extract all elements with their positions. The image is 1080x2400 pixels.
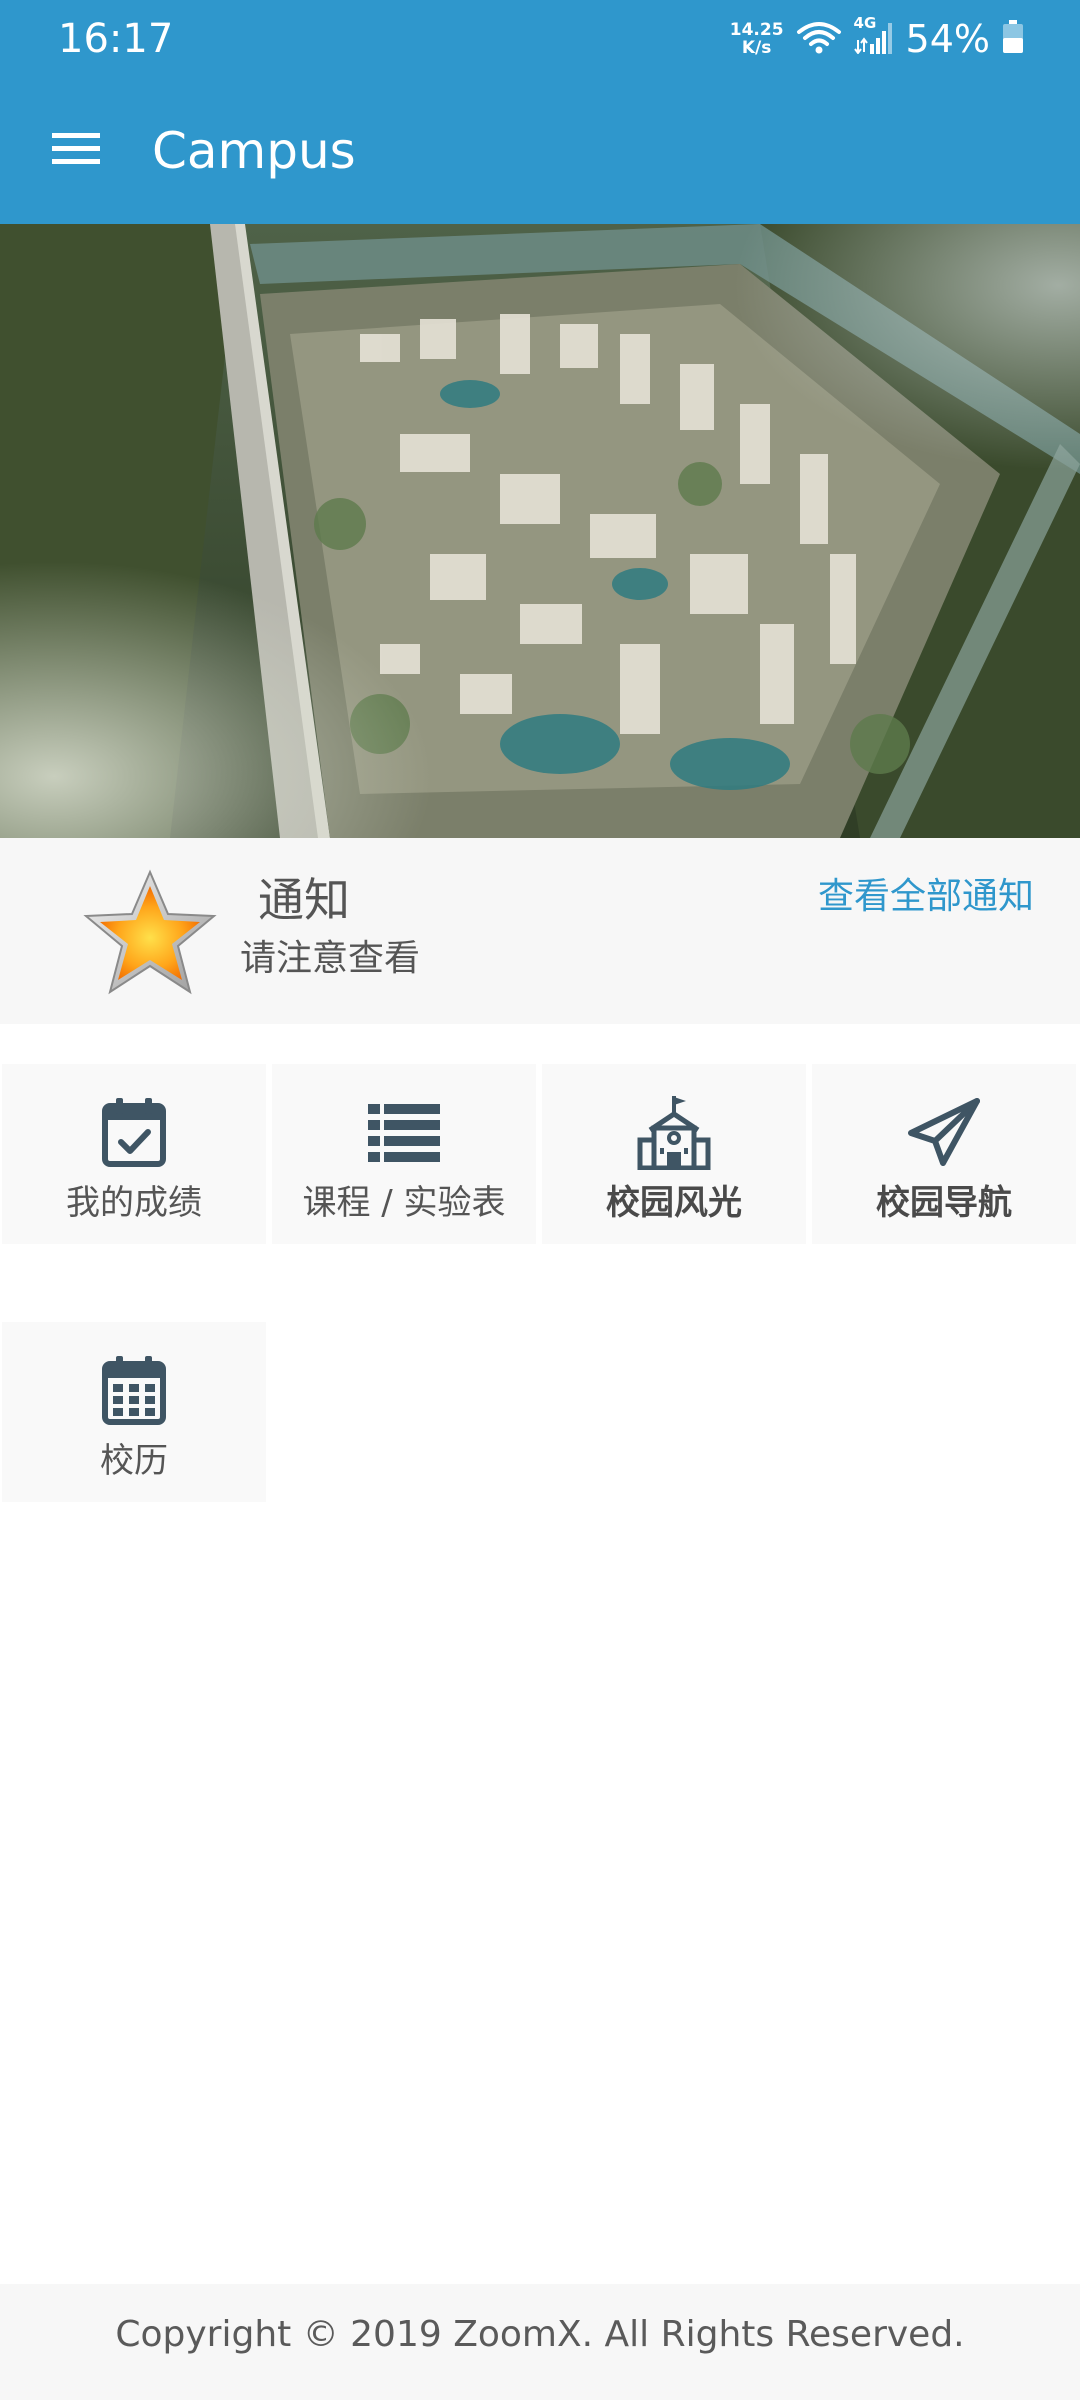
network-speed-unit: K/s [741, 38, 772, 58]
campus-aerial-illustration [0, 224, 1080, 838]
battery-percent: 54% [905, 17, 990, 61]
school-icon [542, 1092, 806, 1172]
campus-scenery-label: 校园风光 [606, 1183, 742, 1223]
schedule-label: 课程 / 实验表 [302, 1183, 506, 1223]
calendar-check-icon [2, 1092, 266, 1172]
app-title: Campus [152, 122, 356, 180]
copyright-text: Copyright © 2019 ZoomX. All Rights Reser… [115, 2314, 965, 2355]
grades-label: 我的成绩 [66, 1183, 202, 1223]
footer: Copyright © 2019 ZoomX. All Rights Reser… [0, 2284, 1080, 2400]
campus-hero-image [0, 224, 1080, 838]
signal-icon: 4G [854, 14, 894, 58]
app-bar: Campus [0, 78, 1080, 224]
campus-screen: 16:17 14.25 K/s 4G 54% Campus 通知 请注意查看 查… [0, 0, 1080, 2400]
view-all-notices-link[interactable]: 查看全部通知 [818, 872, 1034, 922]
academic-calendar-tile[interactable]: 校历 [2, 1322, 266, 1502]
status-bar: 16:17 14.25 K/s 4G 54% [0, 0, 1080, 78]
network-speed-value: 14.25 [729, 20, 784, 40]
calendar-icon [2, 1350, 266, 1430]
notice-subtitle: 请注意查看 [240, 938, 421, 979]
list-icon [272, 1092, 536, 1172]
star-icon [82, 868, 218, 1000]
menu-icon [52, 131, 100, 171]
battery-icon [1002, 20, 1024, 58]
campus-navigation-label: 校园导航 [876, 1183, 1012, 1223]
menu-button[interactable] [34, 117, 118, 185]
status-time: 16:17 [58, 16, 174, 62]
notice-card[interactable]: 通知 请注意查看 查看全部通知 [0, 838, 1080, 1024]
notice-title: 通知 [258, 873, 350, 927]
academic-calendar-label: 校历 [100, 1441, 168, 1481]
network-speed: 14.25 K/s [730, 21, 784, 57]
campus-scenery-tile[interactable]: 校园风光 [542, 1064, 806, 1244]
paper-plane-icon [812, 1092, 1076, 1172]
schedule-tile[interactable]: 课程 / 实验表 [272, 1064, 536, 1244]
campus-navigation-tile[interactable]: 校园导航 [812, 1064, 1076, 1244]
network-type: 4G [853, 14, 877, 32]
status-indicators: 14.25 K/s 4G 54% [730, 14, 1024, 64]
wifi-icon [796, 20, 842, 58]
grades-tile[interactable]: 我的成绩 [2, 1064, 266, 1244]
